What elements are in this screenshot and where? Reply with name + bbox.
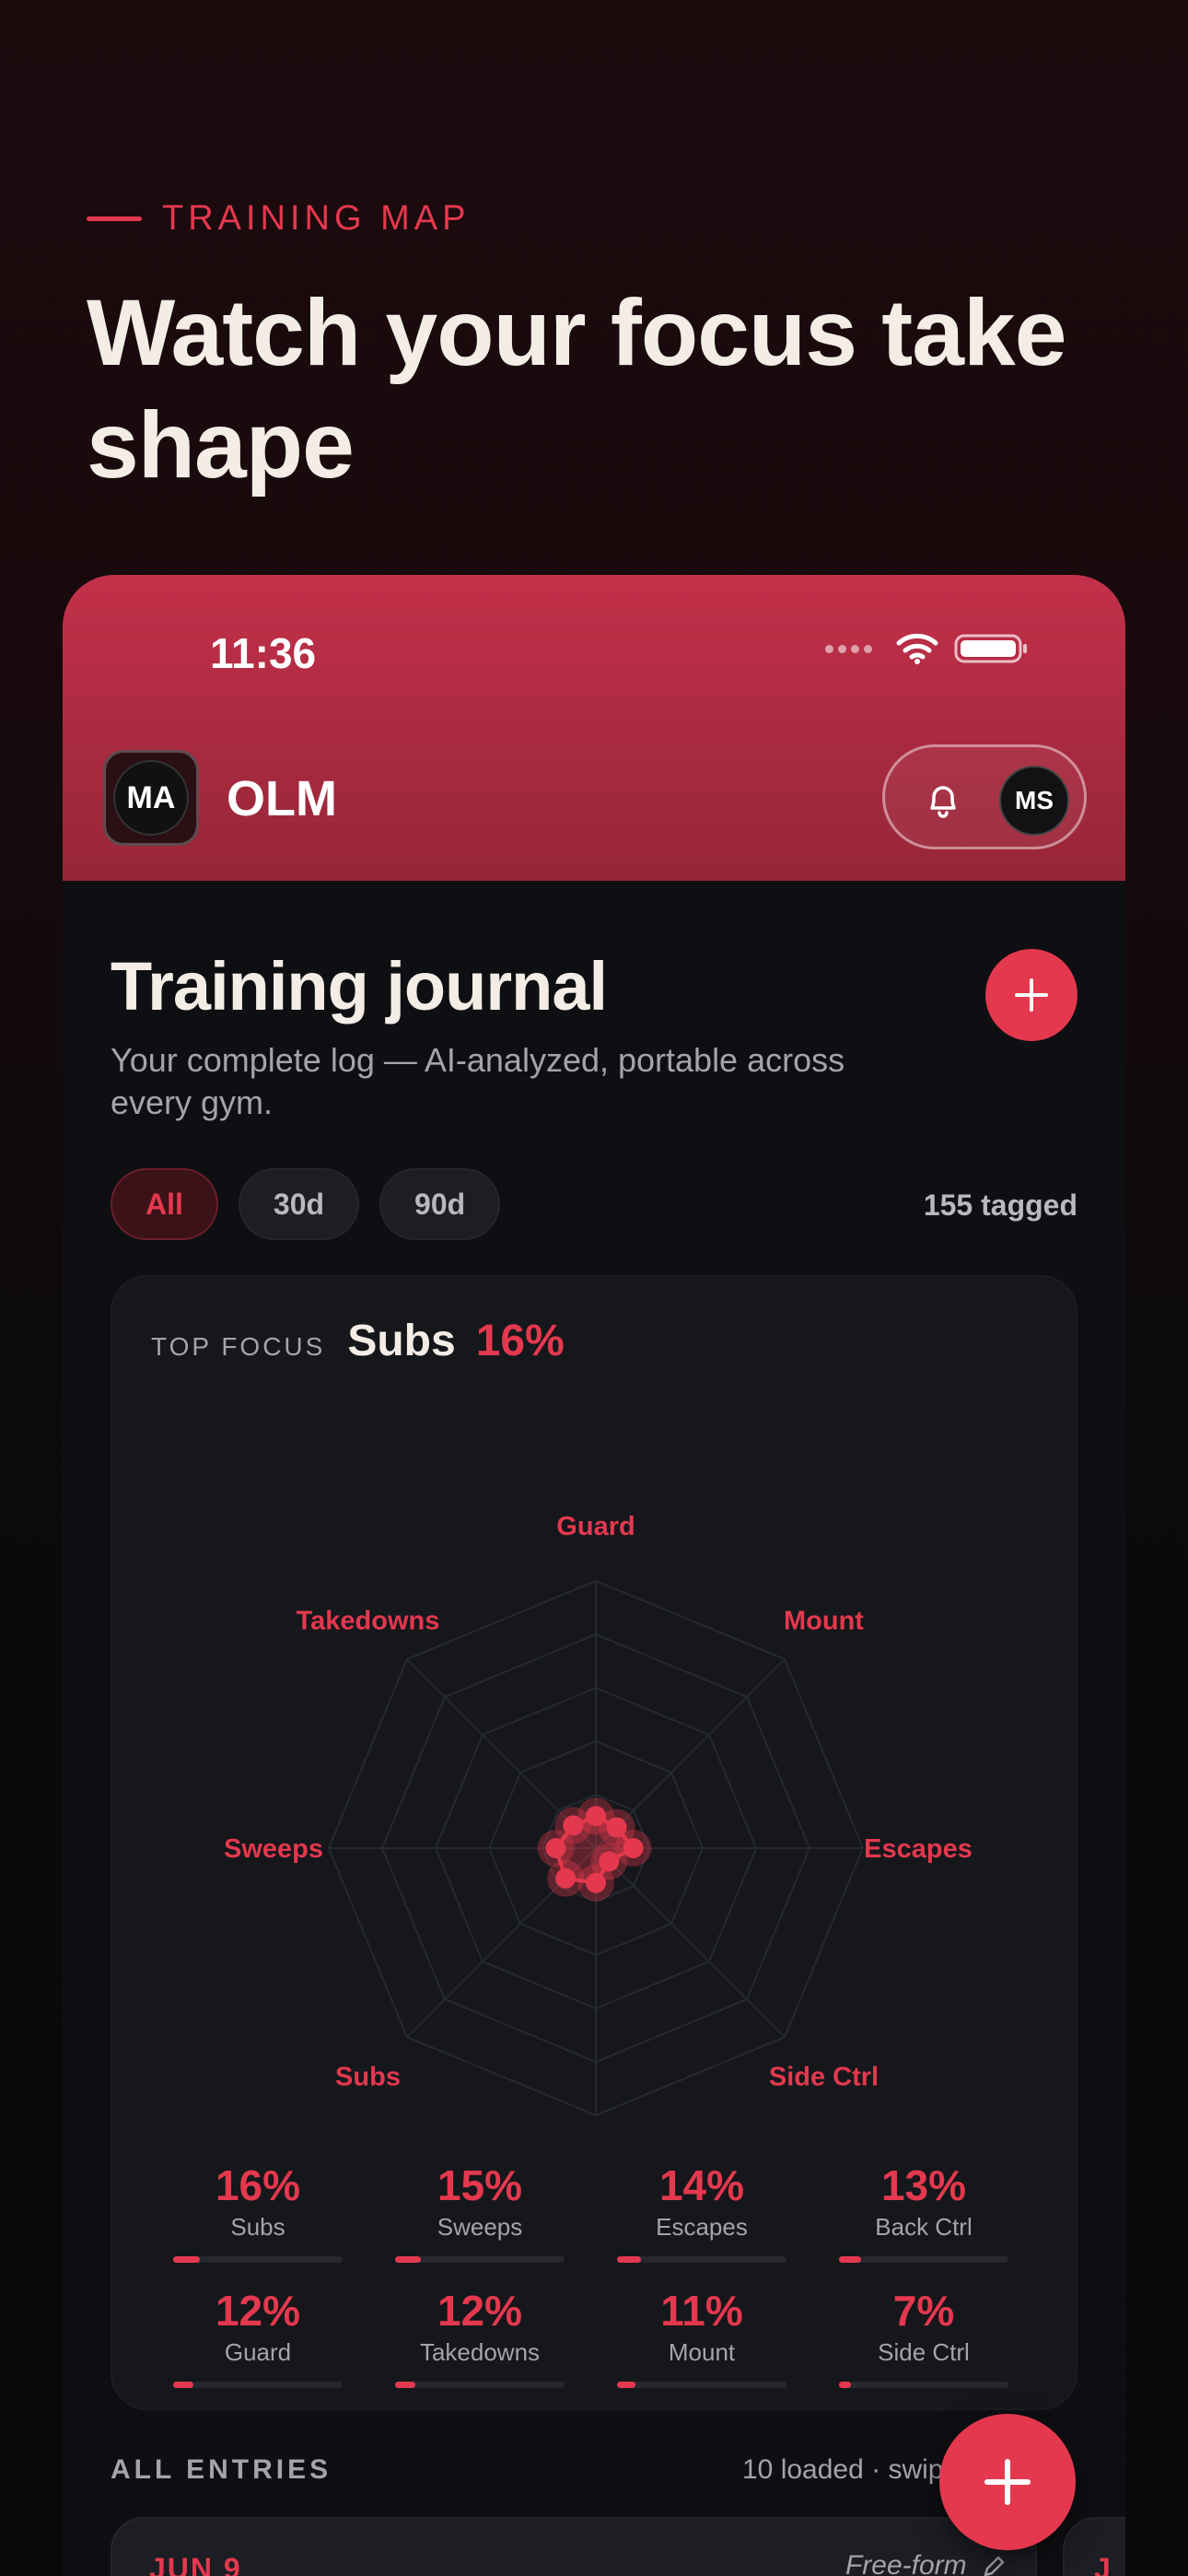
entry-tag: Free-form — [845, 2550, 1007, 2576]
stat-bar-fill — [173, 2256, 201, 2263]
radar-axis-label: Sweeps — [224, 1834, 323, 1864]
top-focus-label: TOP FOCUS — [151, 1332, 326, 1361]
stat-label: Back Ctrl — [875, 2213, 973, 2241]
radar-axis-label: Guard — [556, 1512, 635, 1541]
logo-initials: MA — [113, 760, 189, 836]
stat-item: 15% Sweeps — [395, 2161, 565, 2263]
app-header: 11:36 MA OLM MS — [63, 575, 1125, 881]
battery-icon — [954, 634, 1027, 663]
stat-item: 12% Guard — [173, 2287, 343, 2388]
radar-axis-label: Escapes — [864, 1834, 973, 1864]
filter-chips: All 30d 90d — [111, 1168, 520, 1240]
stat-bar-fill — [395, 2256, 421, 2263]
top-focus-pct: 16% — [475, 1317, 565, 1365]
stat-item: 7% Side Ctrl — [839, 2287, 1008, 2388]
stat-bar-fill — [839, 2382, 851, 2388]
entry-date-next: J — [1094, 2552, 1111, 2576]
stat-bar — [395, 2256, 565, 2263]
stat-bar-fill — [395, 2382, 416, 2388]
filter-chip-30d[interactable]: 30d — [238, 1168, 360, 1240]
stat-pct: 12% — [437, 2287, 523, 2335]
wifi-icon — [896, 633, 938, 664]
stat-pct: 13% — [880, 2161, 967, 2209]
stat-label: Side Ctrl — [878, 2338, 970, 2366]
bell-icon[interactable] — [922, 779, 964, 821]
stat-item: 14% Escapes — [617, 2161, 786, 2263]
stat-label: Sweeps — [437, 2213, 523, 2241]
radar-point — [586, 1872, 606, 1893]
floating-add-button[interactable] — [939, 2414, 1076, 2550]
stat-bar — [617, 2382, 786, 2388]
radar-axis-label: Side Ctrl — [769, 2062, 879, 2091]
radar-axis-label: Mount — [784, 1607, 864, 1636]
radar-point — [555, 1868, 577, 1889]
radar-point — [563, 1815, 584, 1836]
stat-pct: 14% — [658, 2161, 745, 2209]
top-focus: TOP FOCUS Subs 16% — [151, 1316, 565, 1366]
stat-label: Subs — [230, 2213, 285, 2241]
stat-item: 13% Back Ctrl — [839, 2161, 1008, 2263]
eyebrow-text: TRAINING MAP — [162, 199, 471, 238]
status-time: 11:36 — [210, 629, 317, 677]
app-name: OLM — [227, 771, 337, 826]
stat-pct: 16% — [215, 2161, 301, 2209]
stat-item: 16% Subs — [173, 2161, 343, 2263]
stat-bar — [617, 2256, 786, 2263]
page-subtitle: Your complete log — AI-analyzed, portabl… — [111, 1041, 845, 1121]
stat-bar — [839, 2256, 1008, 2263]
eyebrow-accent-line — [87, 217, 142, 221]
stat-pct: 7% — [892, 2287, 955, 2335]
stat-item: 12% Takedowns — [395, 2287, 565, 2388]
journal-content: Training journal Your complete log — AI-… — [63, 881, 1125, 2576]
header-actions: MS — [882, 744, 1087, 849]
radar-chart: GuardMountEscapesSide CtrlBack CtrlSubsS… — [224, 1512, 973, 2117]
stat-bar — [173, 2382, 343, 2388]
filter-chip-90d[interactable]: 90d — [379, 1168, 501, 1240]
pencil-icon — [984, 2556, 1005, 2576]
stat-label: Escapes — [656, 2213, 748, 2241]
plus-icon — [1015, 978, 1048, 1012]
training-map-card: TOP FOCUS Subs 16% Guard Mount Escapes Side… — [111, 1275, 1077, 2410]
hero-title: Watch your focus take shape — [87, 280, 1066, 498]
stat-bar — [395, 2382, 565, 2388]
stat-bar — [839, 2382, 1008, 2388]
stat-label: Takedowns — [419, 2338, 541, 2366]
entry-tag-label: Free-form — [844, 2550, 967, 2576]
radar-axis-label: Subs — [335, 2062, 401, 2091]
entry-card[interactable]: JUN 9 Free-form — [111, 2517, 1037, 2576]
radar-axis-label: Takedowns — [297, 1607, 440, 1636]
stat-bar-fill — [173, 2382, 194, 2388]
stat-bar-fill — [617, 2382, 636, 2388]
eyebrow: TRAINING MAP — [87, 199, 470, 239]
stat-item: 11% Mount — [617, 2287, 786, 2388]
stat-pct: 11% — [660, 2287, 743, 2335]
top-focus-value: Subs — [347, 1317, 456, 1365]
entries-label: ALL ENTRIES — [111, 2454, 332, 2485]
page-title: Training journal — [111, 948, 608, 1025]
plus-icon — [984, 2459, 1031, 2505]
avatar[interactable]: MS — [999, 766, 1069, 836]
signal-dots-icon — [825, 644, 877, 653]
stat-pct: 12% — [215, 2287, 301, 2335]
app-logo[interactable]: MA — [103, 750, 199, 846]
entry-card-next[interactable]: J — [1063, 2517, 1125, 2576]
stat-label: Guard — [224, 2338, 292, 2366]
stat-bar-fill — [617, 2256, 641, 2263]
tagged-count: 155 tagged — [923, 1188, 1077, 1222]
phone-mockup: 11:36 MA OLM MS Training journal Your co… — [63, 575, 1125, 2576]
filter-chip-all[interactable]: All — [111, 1168, 218, 1240]
status-icons — [825, 632, 1030, 665]
entry-date: JUN 9 — [149, 2552, 242, 2576]
stat-label: Mount — [668, 2338, 736, 2366]
stat-bar-fill — [839, 2256, 861, 2263]
stat-pct: 15% — [437, 2161, 523, 2209]
radar-point — [545, 1838, 566, 1858]
stat-bar — [173, 2256, 343, 2263]
add-entry-button[interactable] — [985, 949, 1077, 1041]
